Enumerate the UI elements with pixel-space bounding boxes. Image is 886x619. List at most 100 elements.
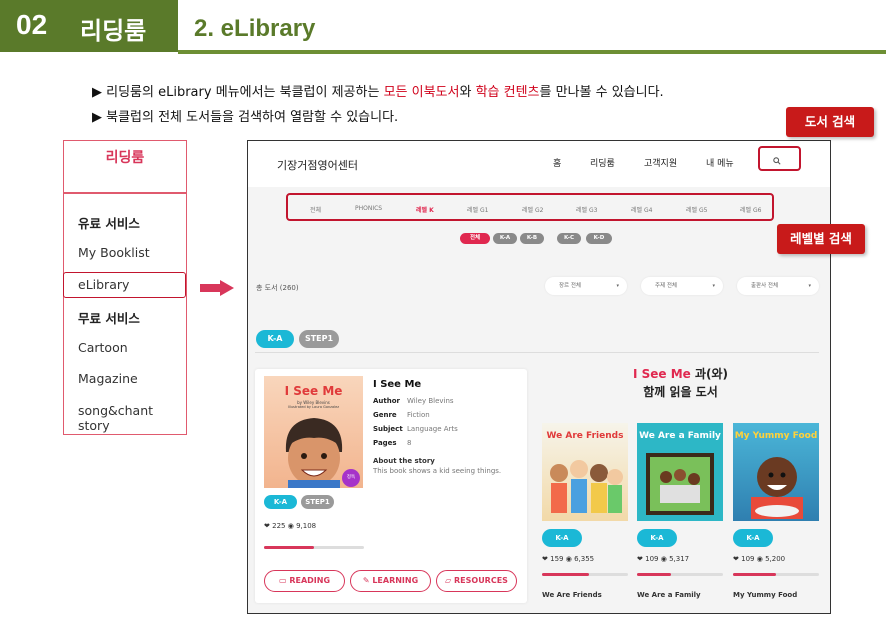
sublevel-pill-ka[interactable]: K-A (493, 233, 517, 244)
related-book-3[interactable]: My Yummy Food K-A ❤ 109 ◉ 5,200 My Yummy… (733, 423, 819, 599)
resources-button[interactable]: ▱ RESOURCES (436, 570, 517, 592)
related-tag-2[interactable]: K-A (637, 529, 677, 547)
bullet-1-highlight-2: 학습 컨텐츠 (475, 85, 540, 100)
book-subject-row: Subject Language Arts (373, 425, 458, 433)
related-stats-3: ❤ 109 ◉ 5,200 (733, 555, 785, 563)
bullet-1-text: ▶ 리딩룸의 eLibrary 메뉴에서는 북클럽이 제공하는 (92, 85, 384, 100)
nav-my-menu[interactable]: 내 메뉴 (706, 156, 734, 169)
heart-icon: ❤ (733, 555, 739, 563)
chevron-down-icon: ▾ (616, 283, 619, 289)
bullet-line-2: ▶ 북클럽의 전체 도서들을 검색하여 열람할 수 있습니다. (92, 110, 399, 125)
book-stats: ❤ 225 ◉ 9,108 (264, 522, 316, 530)
related-cover-title-3: My Yummy Food (734, 431, 818, 441)
tag-step1[interactable]: STEP1 (299, 330, 339, 348)
eye-icon: ◉ (565, 555, 572, 563)
reading-badge: 정독 (342, 469, 360, 487)
related-cover-1: We Are Friends (542, 423, 628, 521)
learning-button-label: LEARNING (372, 576, 419, 585)
author-value: Wiley Blevins (407, 397, 454, 405)
sublevel-pill-kc[interactable]: K-C (557, 233, 581, 244)
resources-button-label: RESOURCES (454, 576, 508, 585)
book-icon: ▭ (278, 576, 287, 585)
related-tag-3[interactable]: K-A (733, 529, 773, 547)
related-progress-fill-1 (542, 573, 590, 576)
heart-icon: ❤ (542, 555, 548, 563)
related-likes-3: 109 (741, 555, 755, 563)
related-cover-2: We Are a Family (637, 423, 723, 521)
read-together-line-2: 함께 읽을 도서 (643, 385, 718, 399)
menu-item-my-booklist[interactable]: My Booklist (78, 245, 150, 260)
book-genre-row: Genre Fiction (373, 411, 430, 419)
eye-icon: ◉ (287, 522, 294, 530)
learning-button[interactable]: ✎ LEARNING (350, 570, 431, 592)
reading-button[interactable]: ▭ READING (264, 570, 345, 592)
bullet-1-highlight-1: 모든 이북도서 (383, 85, 460, 100)
sublevel-pill-kb[interactable]: K-B (520, 233, 544, 244)
nav-reading-room[interactable]: 리딩룸 (590, 156, 615, 169)
bullet-1-text-end: 를 만나볼 수 있습니다. (539, 85, 664, 100)
book-cover[interactable]: I See Me by Wiley Blevins Illustrated by… (264, 376, 363, 488)
sublevel-pill-all[interactable]: 전체 (460, 233, 490, 244)
menu-item-magazine[interactable]: Magazine (78, 371, 138, 386)
nav-home[interactable]: 홈 (553, 156, 561, 169)
about-label: About the story (373, 457, 435, 465)
nav-support[interactable]: 고객지원 (644, 156, 677, 169)
section-number: 02 (16, 9, 48, 40)
publisher-filter[interactable]: 출판사 전체 ▾ (737, 277, 819, 295)
related-stats-2: ❤ 109 ◉ 5,317 (637, 555, 689, 563)
related-book-1[interactable]: We Are Friends K-A ❤ 159 ◉ 6,355 We Are … (542, 423, 628, 599)
related-likes-1: 159 (550, 555, 564, 563)
sublevel-pill-kd[interactable]: K-D (586, 233, 612, 244)
child-eating-illustration (751, 457, 803, 519)
book-progress-fill (264, 546, 314, 549)
pages-value: 8 (407, 439, 412, 447)
reading-room-menu: 리딩룸 유료 서비스 My Booklist eLibrary 무료 서비스 C… (63, 140, 187, 435)
topic-filter[interactable]: 주제 전체 ▾ (641, 277, 723, 295)
heart-icon: ❤ (637, 555, 643, 563)
related-tag-1[interactable]: K-A (542, 529, 582, 547)
related-views-1: 6,355 (574, 555, 595, 563)
section-subtitle: 2. eLibrary (194, 15, 316, 42)
level-highlight-box (286, 193, 774, 221)
related-views-3: 5,200 (765, 555, 786, 563)
section-title: 리딩룸 (80, 17, 147, 45)
section-header-block: 02 리딩룸 (0, 0, 178, 52)
book-progress-bar (264, 546, 364, 549)
book-title: I See Me (373, 379, 422, 390)
total-books-count: 총 도서 (260) (256, 284, 299, 292)
chevron-down-icon: ▾ (808, 283, 811, 289)
read-together-line-1: I See Me 과(와) (538, 365, 823, 383)
related-stats-1: ❤ 159 ◉ 6,355 (542, 555, 594, 563)
bullet-line-1: ▶ 리딩룸의 eLibrary 메뉴에서는 북클럽이 제공하는 모든 이북도서와… (92, 81, 664, 100)
folder-icon: ▱ (445, 576, 452, 585)
read-together-book-title: I See Me (632, 367, 691, 381)
menu-item-elibrary[interactable]: eLibrary (78, 277, 129, 292)
related-cover-title-1: We Are Friends (546, 431, 624, 441)
menu-title: 리딩룸 (105, 150, 145, 166)
menu-divider (64, 192, 186, 194)
chevron-down-icon: ▾ (712, 283, 715, 289)
menu-item-song-chant[interactable]: song&chant story (78, 403, 186, 433)
menu-item-free-service: 무료 서비스 (78, 311, 140, 326)
author-label: Author (373, 397, 400, 405)
related-progress-fill-2 (637, 573, 672, 576)
menu-item-cartoon[interactable]: Cartoon (78, 340, 128, 355)
genre-filter-label: 장르 전체 (559, 283, 581, 289)
arrow-right-icon (200, 280, 234, 296)
header-divider (178, 50, 886, 54)
genre-filter[interactable]: 장르 전체 ▾ (545, 277, 627, 295)
book-tag-ka[interactable]: K-A (264, 495, 297, 509)
related-likes-2: 109 (645, 555, 659, 563)
subject-label: Subject (373, 425, 403, 433)
book-tag-step1[interactable]: STEP1 (301, 495, 334, 509)
tag-ka[interactable]: K-A (256, 330, 294, 348)
section-divider (255, 352, 819, 353)
related-name-2: We Are a Family (637, 591, 701, 599)
related-book-2[interactable]: We Are a Family K-A ❤ 109 ◉ 5,317 We Are… (637, 423, 723, 599)
reading-button-label: READING (289, 576, 331, 585)
related-progress-bar-1 (542, 573, 628, 576)
site-name[interactable]: 기장거점영어센터 (277, 157, 358, 173)
eye-icon: ◉ (660, 555, 667, 563)
related-cover-3: My Yummy Food (733, 423, 819, 521)
book-likes: 225 (272, 522, 286, 530)
